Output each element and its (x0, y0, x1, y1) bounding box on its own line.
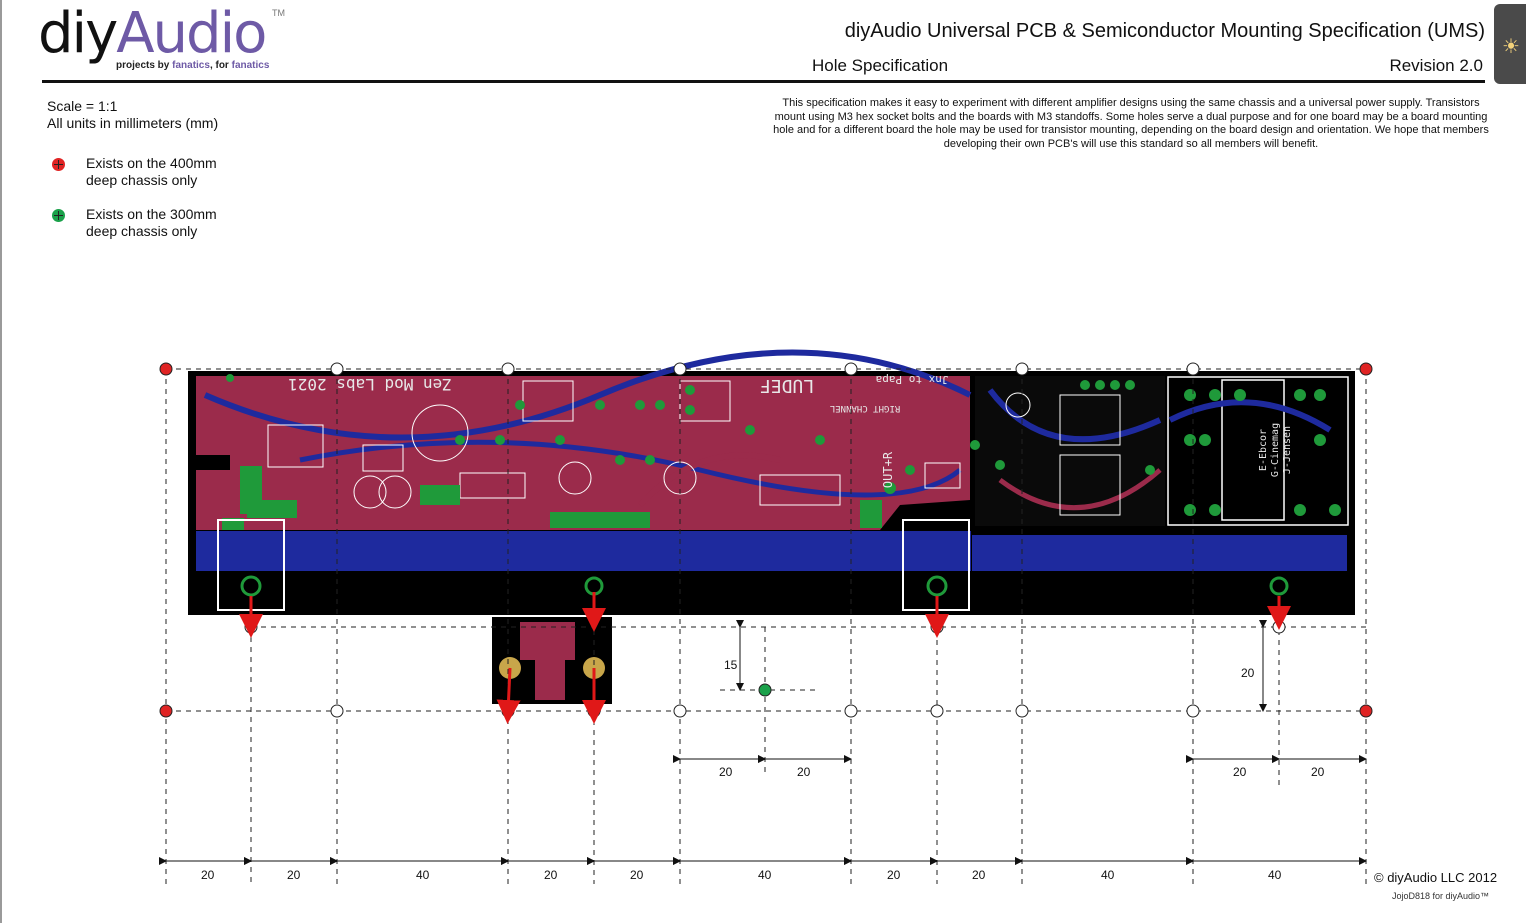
dim-mid-a: 20 (719, 765, 733, 779)
dim-bottom: 20 (630, 868, 644, 882)
dim-bottom: 40 (1101, 868, 1115, 882)
dim-vertical-20: 20 (1241, 666, 1255, 680)
pcb-tag2: G-Cinemag (1270, 423, 1281, 477)
pcb-tag3: J-Jensen (1282, 426, 1293, 474)
pcb-jnx-text: Jnx to Papa (876, 373, 949, 386)
hole-specification-drawing: Zen Mod Labs 2021 LUDEF RIGHT CHANNEL Jn… (159, 349, 1373, 884)
dim-bottom: 20 (544, 868, 558, 882)
pcb-brand-text: Zen Mod Labs 2021 (288, 375, 452, 394)
dim-bottom: 40 (1268, 868, 1282, 882)
pcb-channel-text: RIGHT CHANNEL (830, 403, 900, 413)
dim-bottom: 40 (758, 868, 772, 882)
pcb-ludef-text: LUDEF (760, 375, 814, 396)
dim-mid-b: 20 (797, 765, 811, 779)
dim-vertical-15: 15 (724, 658, 738, 672)
dim-bottom: 20 (972, 868, 986, 882)
green-hole (758, 683, 772, 697)
author-credit: JojoD818 for diyAudio™ (1392, 891, 1490, 901)
dim-bottom: 20 (201, 868, 215, 882)
copyright: © diyAudio LLC 2012 (1374, 870, 1498, 885)
pcb-tag1: E-Ebcor (1258, 429, 1269, 471)
dim-bottom: 20 (287, 868, 301, 882)
dim-right-a: 20 (1233, 765, 1247, 779)
dim-bottom: 20 (887, 868, 901, 882)
dim-bottom: 40 (416, 868, 430, 882)
pcb-board: Zen Mod Labs 2021 LUDEF RIGHT CHANNEL Jn… (188, 349, 1355, 615)
dimension-arrows (159, 620, 1367, 865)
dim-right-b: 20 (1311, 765, 1325, 779)
pcb-out-text: OUT+R (881, 451, 895, 488)
